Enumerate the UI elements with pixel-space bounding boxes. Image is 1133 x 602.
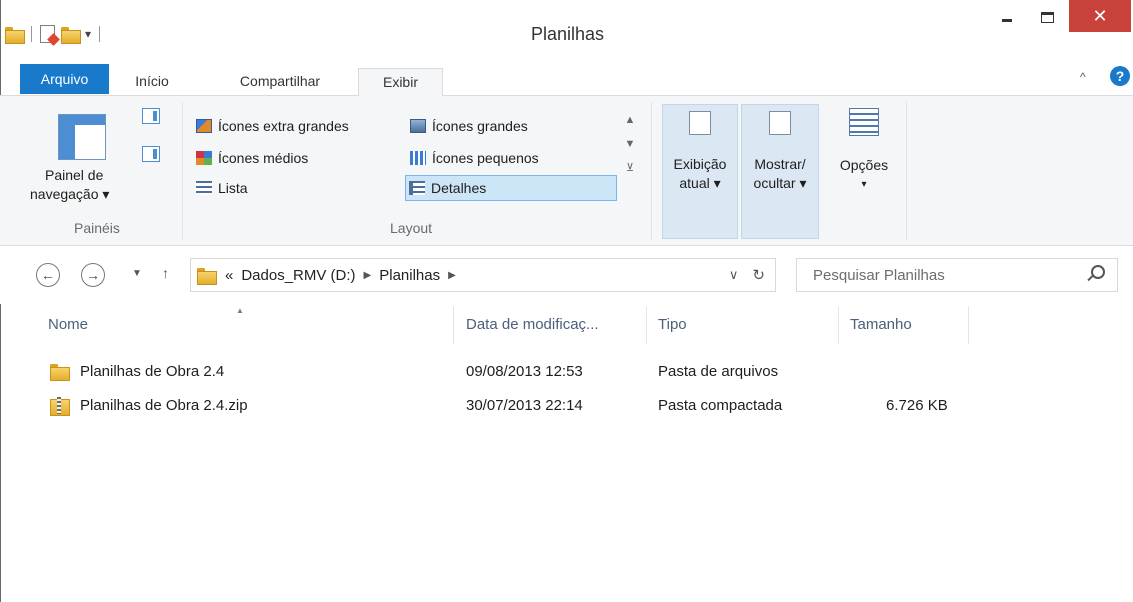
options-button[interactable]: Opções ▾ [826, 104, 902, 239]
sort-by-icon [689, 111, 711, 135]
layout-item-label: Detalhes [431, 180, 487, 196]
navigation-pane-label-line1: Painel de [45, 167, 104, 183]
file-type: Pasta de arquivos [658, 363, 779, 380]
window-title: Planilhas [530, 24, 605, 44]
tab-exibir[interactable]: Exibir [358, 68, 443, 97]
navigation-pane-icon[interactable] [58, 114, 106, 160]
collapse-ribbon-icon[interactable]: ^ [1080, 70, 1086, 84]
file-type: Pasta compactada [658, 397, 783, 414]
details-icon [409, 181, 425, 195]
breadcrumb-drive[interactable]: Dados_RMV (D:) [241, 267, 355, 284]
layout-item-label: Ícones pequenos [432, 150, 539, 166]
breadcrumb-overflow[interactable]: « [225, 267, 233, 284]
group-separator [651, 102, 652, 240]
file-modified: 09/08/2013 12:53 [466, 363, 583, 380]
breadcrumb-chevron-icon[interactable]: ▶ [364, 270, 372, 281]
minimize-icon [1002, 18, 1012, 22]
large-icons-icon [410, 119, 426, 133]
preview-pane-icon[interactable] [142, 108, 160, 124]
group-label-panes: Painéis [74, 220, 120, 236]
layout-list[interactable]: Lista [193, 175, 251, 201]
layout-gallery-scroller[interactable]: ▲ ▼ ⊻ [620, 108, 640, 180]
layout-details[interactable]: Detalhes [405, 175, 617, 201]
breadcrumb-planilhas[interactable]: Planilhas [379, 267, 440, 284]
file-size: 6.726 KB [886, 397, 948, 414]
layout-medium-icons[interactable]: Ícones médios [193, 145, 311, 171]
ribbon-panel: Painel de navegação ▾ Painéis Ícones ext… [0, 96, 1133, 246]
back-button[interactable]: ← [36, 263, 60, 287]
help-icon[interactable]: ? [1110, 66, 1130, 86]
search-input[interactable]: Pesquisar Planilhas [796, 258, 1118, 292]
list-icon [196, 181, 212, 195]
navigation-pane-button[interactable]: Painel de navegação ▾ [30, 166, 130, 204]
scroll-down-icon[interactable]: ▼ [620, 132, 640, 156]
tab-inicio[interactable]: Início [122, 68, 182, 96]
show-hide-label-line2: ocultar ▾ [753, 175, 807, 191]
search-icon[interactable] [1091, 265, 1105, 279]
options-label-line1: Opções [839, 157, 889, 173]
address-dropdown-icon[interactable]: ∨ [729, 267, 739, 283]
maximize-button[interactable] [1029, 0, 1065, 34]
address-bar-actions: ∨ ↻ [729, 259, 775, 291]
current-view-label-line2: atual ▾ [679, 175, 721, 191]
layout-small-icons[interactable]: Ícones pequenos [407, 145, 542, 171]
search-placeholder: Pesquisar Planilhas [813, 266, 945, 284]
options-label-line2: ▾ [861, 179, 867, 190]
up-button[interactable]: ↑ [162, 265, 169, 281]
layout-item-label: Ícones grandes [432, 118, 528, 134]
current-view-label-line1: Exibição [673, 156, 727, 172]
file-name: Planilhas de Obra 2.4 [80, 363, 225, 380]
layout-extra-large-icons[interactable]: Ícones extra grandes [193, 113, 352, 139]
layout-item-label: Ícones médios [218, 150, 309, 166]
small-icons-icon [410, 151, 426, 165]
layout-item-label: Ícones extra grandes [218, 118, 349, 134]
address-bar[interactable]: « Dados_RMV (D:) ▶ Planilhas ▶ ∨ ↻ [190, 258, 776, 292]
tab-arquivo[interactable]: Arquivo [20, 64, 109, 94]
details-pane-icon[interactable] [142, 146, 160, 162]
column-divider[interactable] [646, 306, 647, 344]
title-bar: ▾ Planilhas ✕ [0, 0, 1133, 62]
column-header-size[interactable]: Tamanho [850, 316, 912, 333]
folder-icon [50, 364, 70, 381]
column-header-type[interactable]: Tipo [658, 316, 687, 333]
layout-item-label: Lista [218, 180, 248, 196]
current-view-button[interactable]: Exibição atual ▾ [662, 104, 738, 239]
layout-large-icons[interactable]: Ícones grandes [407, 113, 531, 139]
navigation-pane-label-line2: navegação ▾ [30, 186, 110, 202]
forward-button[interactable]: → [81, 263, 105, 287]
tab-compartilhar[interactable]: Compartilhar [210, 68, 350, 96]
zip-folder-icon [50, 397, 70, 416]
medium-icons-icon [196, 151, 212, 165]
file-row[interactable]: Planilhas de Obra 2.4.zip 30/07/2013 22:… [48, 394, 968, 420]
folder-icon [197, 267, 217, 285]
column-header-date[interactable]: Data de modificaç... [466, 316, 599, 333]
maximize-icon [1040, 11, 1054, 23]
group-separator [182, 102, 183, 240]
show-hide-button[interactable]: Mostrar/ ocultar ▾ [741, 104, 819, 239]
sort-ascending-icon: ▲ [236, 306, 244, 315]
close-button[interactable]: ✕ [1069, 0, 1131, 32]
gallery-expand-icon[interactable]: ⊻ [620, 156, 640, 180]
file-name: Planilhas de Obra 2.4.zip [80, 397, 248, 414]
group-label-layout: Layout [390, 220, 433, 236]
column-divider[interactable] [838, 306, 839, 344]
show-hide-icon [769, 111, 791, 135]
extra-large-icons-icon [196, 119, 212, 133]
ribbon-tabs: Arquivo Início Compartilhar Exibir [0, 62, 1133, 97]
recent-locations-icon[interactable]: ▼ [132, 268, 142, 279]
minimize-button[interactable] [989, 0, 1025, 34]
show-hide-label-line1: Mostrar/ [754, 156, 806, 172]
file-modified: 30/07/2013 22:14 [466, 397, 583, 414]
breadcrumb-chevron-icon[interactable]: ▶ [448, 270, 456, 281]
scroll-up-icon[interactable]: ▲ [620, 108, 640, 132]
group-separator [906, 102, 907, 240]
column-header-name[interactable]: Nome [48, 316, 88, 333]
navigation-bar: ← → ▼ ↑ « Dados_RMV (D:) ▶ Planilhas ▶ ∨… [0, 246, 1133, 304]
column-divider[interactable] [453, 306, 454, 344]
options-icon [849, 108, 879, 136]
file-row[interactable]: Planilhas de Obra 2.4 09/08/2013 12:53 P… [48, 360, 968, 386]
refresh-icon[interactable]: ↻ [752, 266, 765, 284]
column-divider[interactable] [968, 306, 969, 344]
